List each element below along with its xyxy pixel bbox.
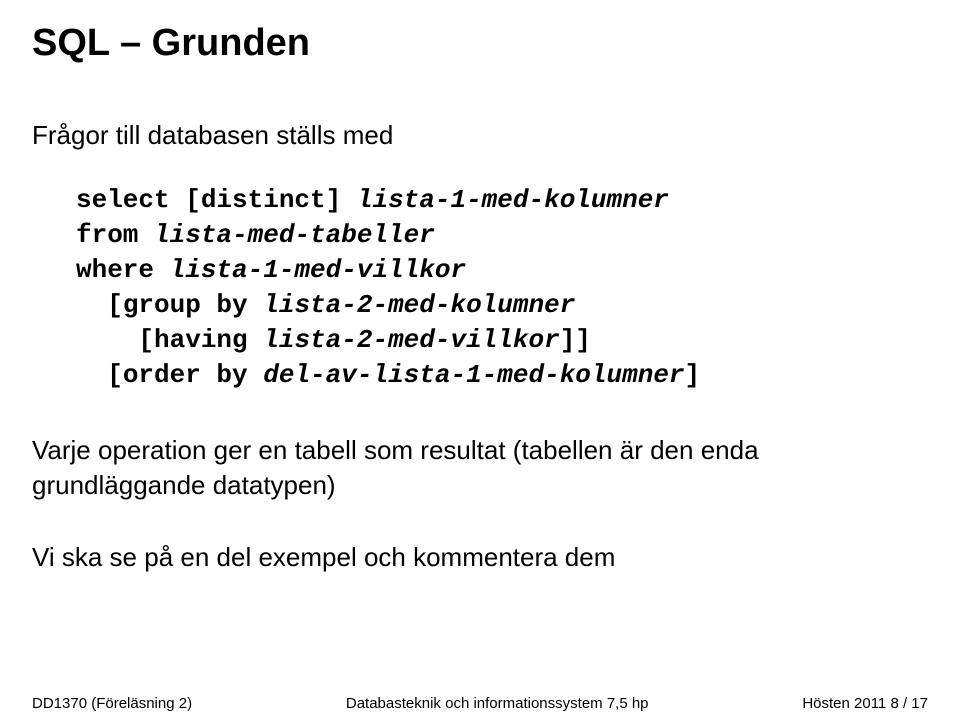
lead-text: Frågor till databasen ställs med xyxy=(32,119,928,153)
footer-center: Databasteknik och informationssystem 7,5… xyxy=(346,695,649,712)
code-kw: select [distinct] xyxy=(76,185,357,215)
code-kw: where xyxy=(76,255,170,285)
slide-title: SQL – Grunden xyxy=(32,22,928,65)
sql-grammar-block: select [distinct] lista-1-med-kolumner f… xyxy=(76,183,928,394)
paragraph: Vi ska se på en del exempel och kommente… xyxy=(32,540,928,575)
slide: SQL – Grunden Frågor till databasen stäl… xyxy=(0,0,960,722)
footer-left: DD1370 (Föreläsning 2) xyxy=(32,695,192,712)
paragraph: Varje operation ger en tabell som result… xyxy=(32,433,928,503)
code-ident: del-av-lista-1-med-kolumner xyxy=(263,360,684,390)
code-ident: lista-2-med-kolumner xyxy=(263,290,575,320)
code-ident: lista-2-med-villkor xyxy=(263,325,559,355)
code-kw: ]] xyxy=(560,325,591,355)
code-kw: [having xyxy=(138,325,263,355)
footer: DD1370 (Föreläsning 2) Databasteknik och… xyxy=(32,695,928,712)
code-kw: [order by xyxy=(107,360,263,390)
code-ident: lista-1-med-villkor xyxy=(170,255,466,285)
code-kw: from xyxy=(76,220,154,250)
footer-right: Hösten 2011 8 / 17 xyxy=(802,695,928,712)
code-ident: lista-1-med-kolumner xyxy=(357,185,669,215)
code-ident: lista-med-tabeller xyxy=(154,220,435,250)
code-kw: ] xyxy=(685,360,701,390)
code-kw: [group by xyxy=(107,290,263,320)
